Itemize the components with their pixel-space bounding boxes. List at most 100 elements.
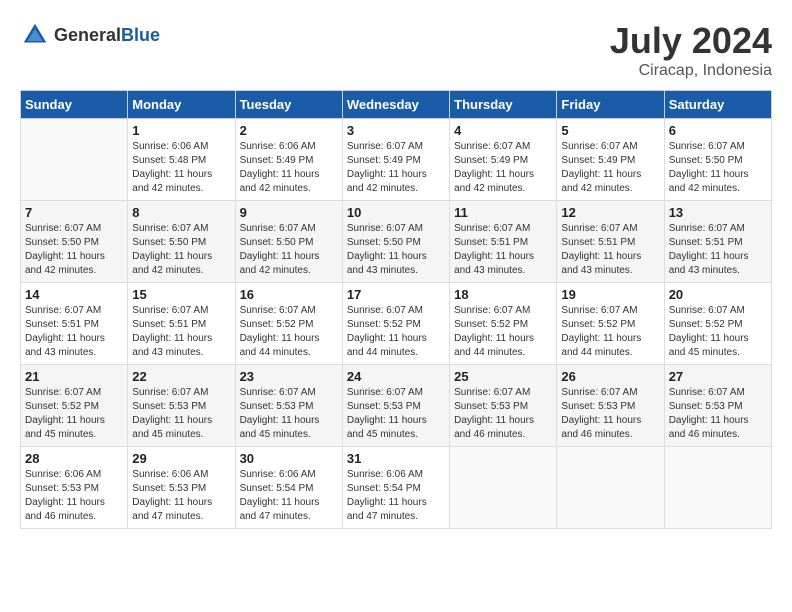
day-number: 19 (561, 287, 659, 302)
day-info: Sunrise: 6:06 AM Sunset: 5:53 PM Dayligh… (132, 468, 230, 524)
calendar-table: SundayMondayTuesdayWednesdayThursdayFrid… (20, 90, 772, 529)
calendar-cell: 13 Sunrise: 6:07 AM Sunset: 5:51 PM Dayli… (664, 201, 771, 283)
calendar-cell: 21 Sunrise: 6:07 AM Sunset: 5:52 PM Dayli… (21, 365, 128, 447)
day-info: Sunrise: 6:07 AM Sunset: 5:51 PM Dayligh… (132, 304, 230, 360)
calendar-cell: 2 Sunrise: 6:06 AM Sunset: 5:49 PM Daylig… (235, 119, 342, 201)
calendar-cell: 25 Sunrise: 6:07 AM Sunset: 5:53 PM Dayli… (450, 365, 557, 447)
calendar-cell: 12 Sunrise: 6:07 AM Sunset: 5:51 PM Dayli… (557, 201, 664, 283)
day-number: 8 (132, 205, 230, 220)
calendar-cell: 26 Sunrise: 6:07 AM Sunset: 5:53 PM Dayli… (557, 365, 664, 447)
calendar-week-row: 14 Sunrise: 6:07 AM Sunset: 5:51 PM Dayli… (21, 283, 772, 365)
calendar-cell: 18 Sunrise: 6:07 AM Sunset: 5:52 PM Dayli… (450, 283, 557, 365)
day-info: Sunrise: 6:07 AM Sunset: 5:52 PM Dayligh… (454, 304, 552, 360)
day-number: 7 (25, 205, 123, 220)
day-number: 23 (240, 369, 338, 384)
calendar-cell: 19Sunrise: 6:07 AM Sunset: 5:52 PM Dayli… (557, 283, 664, 365)
day-header-monday: Monday (128, 91, 235, 119)
calendar-cell: 14Sunrise: 6:07 AM Sunset: 5:51 PM Dayli… (21, 283, 128, 365)
day-info: Sunrise: 6:06 AM Sunset: 5:48 PM Dayligh… (132, 140, 230, 196)
day-header-thursday: Thursday (450, 91, 557, 119)
calendar-cell: 7 Sunrise: 6:07 AM Sunset: 5:50 PM Daylig… (21, 201, 128, 283)
calendar-cell: 9Sunrise: 6:07 AM Sunset: 5:50 PM Daylig… (235, 201, 342, 283)
day-info: Sunrise: 6:07 AM Sunset: 5:52 PM Dayligh… (669, 304, 767, 360)
day-header-saturday: Saturday (664, 91, 771, 119)
day-info: Sunrise: 6:07 AM Sunset: 5:49 PM Dayligh… (454, 140, 552, 196)
day-info: Sunrise: 6:07 AM Sunset: 5:53 PM Dayligh… (347, 386, 445, 442)
calendar-cell: 15 Sunrise: 6:07 AM Sunset: 5:51 PM Dayli… (128, 283, 235, 365)
day-number: 12 (561, 205, 659, 220)
calendar-cell: 20Sunrise: 6:07 AM Sunset: 5:52 PM Dayli… (664, 283, 771, 365)
day-info: Sunrise: 6:07 AM Sunset: 5:51 PM Dayligh… (669, 222, 767, 278)
day-number: 15 (132, 287, 230, 302)
day-info: Sunrise: 6:07 AM Sunset: 5:53 PM Dayligh… (561, 386, 659, 442)
day-info: Sunrise: 6:07 AM Sunset: 5:49 PM Dayligh… (561, 140, 659, 196)
calendar-cell: 24 Sunrise: 6:07 AM Sunset: 5:53 PM Dayli… (342, 365, 449, 447)
day-header-wednesday: Wednesday (342, 91, 449, 119)
calendar-cell (21, 119, 128, 201)
calendar-cell: 11 Sunrise: 6:07 AM Sunset: 5:51 PM Dayli… (450, 201, 557, 283)
day-info: Sunrise: 6:07 AM Sunset: 5:53 PM Dayligh… (132, 386, 230, 442)
day-number: 26 (561, 369, 659, 384)
day-number: 9 (240, 205, 338, 220)
logo-icon (20, 20, 50, 50)
title-block: July 2024 Ciracap, Indonesia (610, 20, 772, 80)
day-number: 11 (454, 205, 552, 220)
day-info: Sunrise: 6:07 AM Sunset: 5:49 PM Dayligh… (347, 140, 445, 196)
day-number: 22 (132, 369, 230, 384)
calendar-cell: 6Sunrise: 6:07 AM Sunset: 5:50 PM Daylig… (664, 119, 771, 201)
day-number: 25 (454, 369, 552, 384)
day-info: Sunrise: 6:07 AM Sunset: 5:50 PM Dayligh… (132, 222, 230, 278)
day-info: Sunrise: 6:07 AM Sunset: 5:52 PM Dayligh… (347, 304, 445, 360)
day-number: 31 (347, 451, 445, 466)
calendar-cell: 27 Sunrise: 6:07 AM Sunset: 5:53 PM Dayli… (664, 365, 771, 447)
calendar-cell: 10 Sunrise: 6:07 AM Sunset: 5:50 PM Dayli… (342, 201, 449, 283)
day-number: 16 (240, 287, 338, 302)
day-number: 13 (669, 205, 767, 220)
day-number: 1 (132, 123, 230, 138)
day-number: 5 (561, 123, 659, 138)
day-header-tuesday: Tuesday (235, 91, 342, 119)
day-number: 10 (347, 205, 445, 220)
calendar-cell: 31Sunrise: 6:06 AM Sunset: 5:54 PM Dayli… (342, 447, 449, 529)
location: Ciracap, Indonesia (610, 62, 772, 80)
day-number: 24 (347, 369, 445, 384)
calendar-cell: 17 Sunrise: 6:07 AM Sunset: 5:52 PM Dayli… (342, 283, 449, 365)
day-info: Sunrise: 6:07 AM Sunset: 5:51 PM Dayligh… (454, 222, 552, 278)
calendar-cell: 1 Sunrise: 6:06 AM Sunset: 5:48 PM Daylig… (128, 119, 235, 201)
day-number: 30 (240, 451, 338, 466)
calendar-week-row: 28 Sunrise: 6:06 AM Sunset: 5:53 PM Dayli… (21, 447, 772, 529)
day-number: 18 (454, 287, 552, 302)
day-number: 29 (132, 451, 230, 466)
calendar-cell: 22 Sunrise: 6:07 AM Sunset: 5:53 PM Dayli… (128, 365, 235, 447)
day-number: 27 (669, 369, 767, 384)
day-info: Sunrise: 6:07 AM Sunset: 5:50 PM Dayligh… (347, 222, 445, 278)
logo: GeneralBlue (20, 20, 160, 50)
day-info: Sunrise: 6:07 AM Sunset: 5:53 PM Dayligh… (240, 386, 338, 442)
day-header-friday: Friday (557, 91, 664, 119)
day-info: Sunrise: 6:07 AM Sunset: 5:52 PM Dayligh… (25, 386, 123, 442)
day-number: 17 (347, 287, 445, 302)
calendar-week-row: 1 Sunrise: 6:06 AM Sunset: 5:48 PM Daylig… (21, 119, 772, 201)
day-info: Sunrise: 6:07 AM Sunset: 5:51 PM Dayligh… (561, 222, 659, 278)
day-info: Sunrise: 6:07 AM Sunset: 5:53 PM Dayligh… (454, 386, 552, 442)
month-year: July 2024 (610, 20, 772, 62)
page-header: GeneralBlue July 2024 Ciracap, Indonesia (20, 20, 772, 80)
day-info: Sunrise: 6:07 AM Sunset: 5:52 PM Dayligh… (240, 304, 338, 360)
logo-text-blue: Blue (121, 25, 160, 45)
day-number: 21 (25, 369, 123, 384)
calendar-cell: 8 Sunrise: 6:07 AM Sunset: 5:50 PM Daylig… (128, 201, 235, 283)
calendar-week-row: 21 Sunrise: 6:07 AM Sunset: 5:52 PM Dayli… (21, 365, 772, 447)
calendar-cell (664, 447, 771, 529)
calendar-cell: 3Sunrise: 6:07 AM Sunset: 5:49 PM Daylig… (342, 119, 449, 201)
day-info: Sunrise: 6:06 AM Sunset: 5:49 PM Dayligh… (240, 140, 338, 196)
day-number: 28 (25, 451, 123, 466)
calendar-header-row: SundayMondayTuesdayWednesdayThursdayFrid… (21, 91, 772, 119)
day-info: Sunrise: 6:07 AM Sunset: 5:53 PM Dayligh… (669, 386, 767, 442)
day-number: 14 (25, 287, 123, 302)
calendar-cell: 30Sunrise: 6:06 AM Sunset: 5:54 PM Dayli… (235, 447, 342, 529)
calendar-cell: 5 Sunrise: 6:07 AM Sunset: 5:49 PM Daylig… (557, 119, 664, 201)
day-info: Sunrise: 6:06 AM Sunset: 5:53 PM Dayligh… (25, 468, 123, 524)
day-info: Sunrise: 6:07 AM Sunset: 5:50 PM Dayligh… (25, 222, 123, 278)
day-number: 2 (240, 123, 338, 138)
day-number: 6 (669, 123, 767, 138)
